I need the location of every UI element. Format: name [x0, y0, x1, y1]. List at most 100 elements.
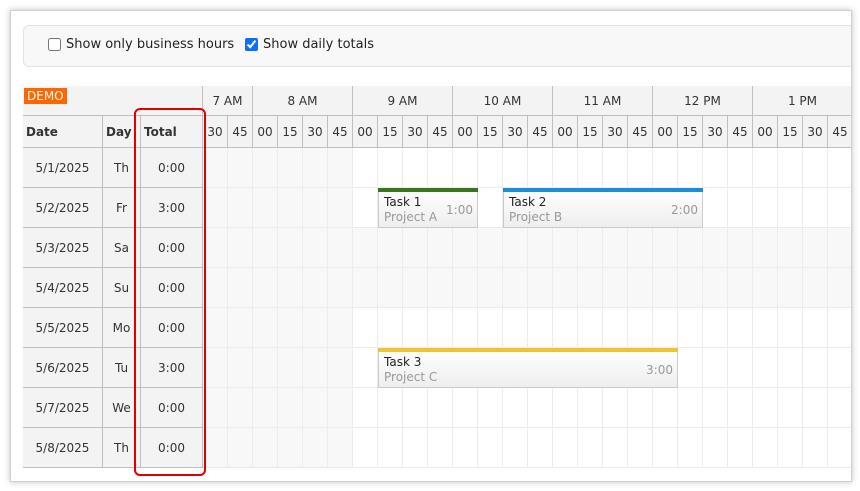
time-cell[interactable] [553, 308, 578, 348]
time-cell[interactable] [603, 268, 628, 308]
time-cell[interactable] [778, 188, 803, 228]
time-cell[interactable] [553, 228, 578, 268]
time-cell[interactable] [428, 428, 453, 468]
time-cell[interactable] [203, 348, 228, 388]
time-cell[interactable] [303, 268, 328, 308]
time-cell[interactable] [278, 428, 303, 468]
time-cell[interactable] [628, 148, 653, 188]
time-cell[interactable] [753, 148, 778, 188]
time-cell[interactable] [378, 148, 403, 188]
time-cell[interactable] [678, 268, 703, 308]
time-cell[interactable] [328, 428, 353, 468]
task-event[interactable]: Task 2 Project B 2:00 [503, 188, 703, 228]
time-cell[interactable] [803, 348, 828, 388]
time-cell[interactable] [253, 228, 278, 268]
time-cell[interactable] [228, 188, 253, 228]
time-cell[interactable] [278, 308, 303, 348]
time-cell[interactable] [578, 388, 603, 428]
time-cell[interactable] [803, 388, 828, 428]
time-cell[interactable] [628, 308, 653, 348]
time-cell[interactable] [228, 348, 253, 388]
time-cell[interactable] [828, 308, 851, 348]
time-cell[interactable] [578, 308, 603, 348]
time-cell[interactable] [278, 228, 303, 268]
business-hours-option[interactable]: Show only business hours [48, 37, 234, 52]
time-cell[interactable] [728, 148, 753, 188]
time-cell[interactable] [753, 228, 778, 268]
time-cell[interactable] [253, 308, 278, 348]
time-cell[interactable] [778, 348, 803, 388]
time-cell[interactable] [728, 348, 753, 388]
time-cell[interactable] [478, 308, 503, 348]
time-cell[interactable] [303, 228, 328, 268]
task-event[interactable]: Task 1 Project A 1:00 [378, 188, 478, 228]
time-cell[interactable] [628, 228, 653, 268]
daily-totals-option[interactable]: Show daily totals [245, 37, 374, 52]
time-cell[interactable] [228, 148, 253, 188]
time-cell[interactable] [228, 388, 253, 428]
time-cell[interactable] [628, 268, 653, 308]
time-cell[interactable] [553, 148, 578, 188]
time-cell[interactable] [378, 308, 403, 348]
time-cell[interactable] [703, 308, 728, 348]
time-cell[interactable] [678, 388, 703, 428]
time-cell[interactable] [678, 308, 703, 348]
time-cell[interactable] [753, 348, 778, 388]
time-cell[interactable] [378, 228, 403, 268]
time-cell[interactable] [703, 348, 728, 388]
time-cell[interactable] [553, 268, 578, 308]
time-cell[interactable] [253, 348, 278, 388]
time-cell[interactable] [378, 428, 403, 468]
business-hours-checkbox[interactable] [48, 38, 61, 51]
time-cell[interactable] [278, 148, 303, 188]
time-cell[interactable] [628, 388, 653, 428]
time-cell[interactable] [728, 428, 753, 468]
time-cell[interactable] [528, 428, 553, 468]
time-cell[interactable] [303, 308, 328, 348]
time-cell[interactable] [603, 228, 628, 268]
time-cell[interactable] [303, 388, 328, 428]
time-cell[interactable] [403, 308, 428, 348]
time-cell[interactable] [203, 228, 228, 268]
time-cell[interactable] [753, 188, 778, 228]
time-cell[interactable] [453, 428, 478, 468]
time-cell[interactable] [753, 308, 778, 348]
time-cell[interactable] [528, 228, 553, 268]
time-cell[interactable] [478, 148, 503, 188]
time-cell[interactable] [303, 428, 328, 468]
time-cell[interactable] [778, 428, 803, 468]
time-cell[interactable] [403, 428, 428, 468]
time-cell[interactable] [678, 428, 703, 468]
time-cell[interactable] [328, 308, 353, 348]
time-cell[interactable] [403, 148, 428, 188]
time-cell[interactable] [203, 388, 228, 428]
time-cell[interactable] [203, 148, 228, 188]
time-cell[interactable] [828, 348, 851, 388]
time-cell[interactable] [553, 388, 578, 428]
time-cell[interactable] [803, 148, 828, 188]
time-cell[interactable] [753, 428, 778, 468]
time-cell[interactable] [278, 348, 303, 388]
time-cell[interactable] [703, 148, 728, 188]
time-cell[interactable] [478, 188, 503, 228]
time-cell[interactable] [728, 388, 753, 428]
time-cell[interactable] [453, 308, 478, 348]
time-cell[interactable] [703, 228, 728, 268]
time-cell[interactable] [653, 148, 678, 188]
time-cell[interactable] [453, 268, 478, 308]
time-cell[interactable] [803, 308, 828, 348]
time-cell[interactable] [578, 148, 603, 188]
time-cell[interactable] [328, 148, 353, 188]
time-cell[interactable] [578, 228, 603, 268]
time-cell[interactable] [203, 188, 228, 228]
time-cell[interactable] [378, 388, 403, 428]
time-cell[interactable] [553, 428, 578, 468]
time-cell[interactable] [678, 148, 703, 188]
time-cell[interactable] [728, 228, 753, 268]
time-cell[interactable] [228, 308, 253, 348]
time-cell[interactable] [728, 268, 753, 308]
time-cell[interactable] [378, 268, 403, 308]
time-cell[interactable] [678, 348, 703, 388]
time-cell[interactable] [328, 388, 353, 428]
time-cell[interactable] [603, 388, 628, 428]
